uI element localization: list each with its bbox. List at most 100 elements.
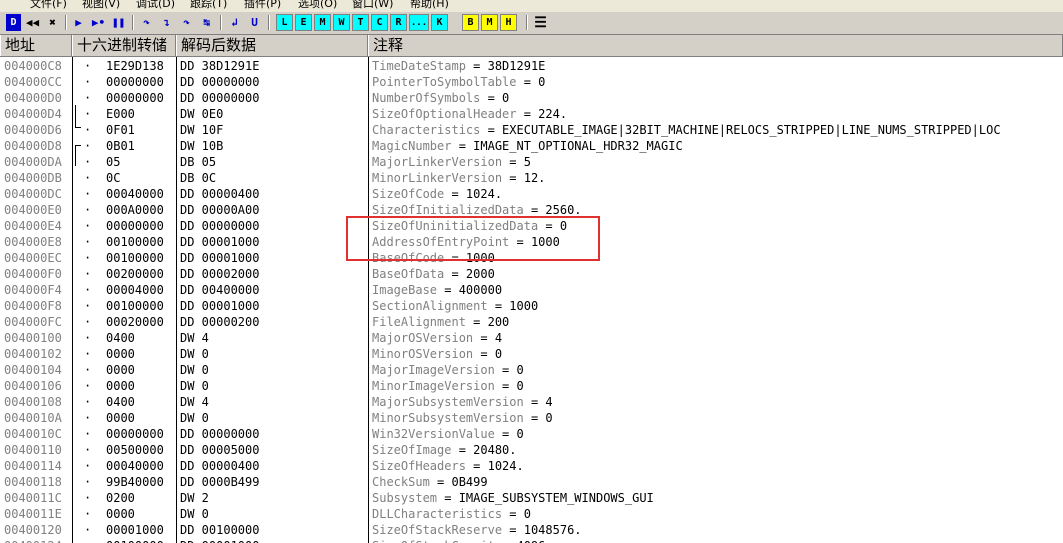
comment-field-value: = 5 [502, 155, 531, 169]
logo-icon[interactable]: D [6, 14, 21, 31]
row-marker: · [84, 59, 92, 73]
table-row[interactable]: 0040010C · 00000000 DD 00000000 Win32Version… [0, 426, 1063, 442]
window-button-m[interactable]: M [314, 14, 331, 31]
hex-cell: 00000000 [106, 75, 164, 89]
disasm-cell: DD 00000000 [180, 75, 260, 89]
disasm-cell: DD 00001000 [180, 251, 260, 265]
table-row[interactable]: 004000F0 · 00200000 DD 00002000 BaseOfData =… [0, 266, 1063, 282]
table-row[interactable]: 004000D0 · 00000000 DD 00000000 NumberOfSymb… [0, 90, 1063, 106]
step-run-icon[interactable]: ▶• [90, 14, 107, 31]
menu-item[interactable]: 插件(P) [244, 0, 281, 11]
hex-cell: 00000000 [106, 219, 164, 233]
hex-cell: 0C [106, 171, 121, 185]
address-cell: 00400106 [4, 379, 62, 393]
window-button-e[interactable]: E [295, 14, 312, 31]
address-cell: 00400108 [4, 395, 62, 409]
dump-grid[interactable]: 004000C8 · 1E29D138 DD 38D1291E TimeDateStam… [0, 57, 1063, 543]
address-cell: 004000DC [4, 187, 62, 201]
table-row[interactable]: 0040010A · 0000 DW 0 MinorSubsystemVersion =… [0, 410, 1063, 426]
table-row[interactable]: 0040011C · 0200 DW 2 Subsystem = IMAGE_SUBSY… [0, 490, 1063, 506]
table-row[interactable]: 00400104 · 0000 DW 0 MajorImageVersion = 0 [0, 362, 1063, 378]
comment-cell: MinorLinkerVersion = 12. [372, 170, 545, 186]
menu-item[interactable]: 文件(F) [30, 0, 67, 11]
table-row[interactable]: 00400100 · 0400 DW 4 MajorOSVersion = 4 [0, 330, 1063, 346]
hex-cell: 99B40000 [106, 475, 164, 489]
menu-item[interactable]: 窗口(W) [352, 0, 393, 11]
comment-field-value: = 0 [480, 91, 510, 105]
table-row[interactable]: 0040011E · 0000 DW 0 DLLCharacteristics = 0 [0, 506, 1063, 522]
menu-item[interactable]: 帮助(H) [410, 0, 449, 11]
step-over-icon[interactable]: ↴ [158, 14, 175, 31]
table-row[interactable]: 00400118 · 99B40000 DD 0000B499 CheckSum = 0… [0, 474, 1063, 490]
menu-item[interactable]: 视图(V) [82, 0, 120, 11]
comment-cell: Win32VersionValue = 0 [372, 426, 524, 442]
row-marker: · [84, 283, 92, 297]
window-button-h[interactable]: H [500, 14, 517, 31]
hex-cell: 00000000 [106, 427, 164, 441]
table-row[interactable]: 004000DA · 05 DB 05 MajorLinkerVersion = 5 [0, 154, 1063, 170]
disasm-cell: DD 00001000 [180, 235, 260, 249]
menu-item[interactable]: 跟踪(T) [190, 0, 227, 11]
comment-cell: MinorImageVersion = 0 [372, 378, 524, 394]
comment-field-name: SizeOfStackCommit [372, 539, 495, 543]
address-cell: 004000F8 [4, 299, 62, 313]
table-row[interactable]: 00400102 · 0000 DW 0 MinorOSVersion = 0 [0, 346, 1063, 362]
table-row[interactable]: 00400120 · 00001000 DD 00100000 SizeOfStackR… [0, 522, 1063, 538]
table-row[interactable]: 004000CC · 00000000 DD 00000000 PointerToSym… [0, 74, 1063, 90]
row-marker: · [84, 523, 92, 537]
address-cell: 004000E0 [4, 203, 62, 217]
step-into-icon[interactable]: ↷ [138, 14, 155, 31]
table-row[interactable]: 00400114 · 00040000 DD 00000400 SizeOfHeader… [0, 458, 1063, 474]
row-marker: · [84, 155, 92, 169]
comment-cell: MajorSubsystemVersion = 4 [372, 394, 553, 410]
window-button-l[interactable]: L [276, 14, 293, 31]
highlight-box [346, 216, 600, 261]
table-row[interactable]: 004000D8 · 0B01 DW 10B MagicNumber = IMAGE_N… [0, 138, 1063, 154]
window-button-w[interactable]: W [333, 14, 350, 31]
table-row[interactable]: 004000F4 · 00004000 DD 00400000 ImageBase = … [0, 282, 1063, 298]
table-row[interactable]: 004000F8 · 00100000 DD 00001000 SectionAlign… [0, 298, 1063, 314]
window-button-b[interactable]: B [462, 14, 479, 31]
pause-icon[interactable]: ❚❚ [110, 14, 127, 31]
comment-field-name: MinorOSVersion [372, 347, 474, 361]
run-icon[interactable]: ▶ [70, 14, 87, 31]
close-icon[interactable]: ✖ [44, 14, 61, 31]
toolbar: D ◀◀ ✖ ▶ ▶• ❚❚ ↷ ↴ ↷ ↹ ↲ U L E M W T C R... K B… [0, 12, 1063, 35]
column-address[interactable]: 地址 [0, 35, 72, 56]
comment-field-name: SizeOfInitializedData [372, 203, 524, 217]
table-row[interactable]: 004000D6 · 0F01 DW 10F Characteristics = EXE… [0, 122, 1063, 138]
disasm-cell: DB 05 [180, 155, 217, 169]
comment-field-name: Subsystem [372, 491, 438, 505]
rewind-icon[interactable]: ◀◀ [24, 14, 41, 31]
window-button-t[interactable]: T [352, 14, 369, 31]
table-row[interactable]: 00400124 · 00100000 DD 00001000 SizeOfStackC… [0, 538, 1063, 543]
list-icon[interactable]: ☰ [532, 14, 549, 31]
column-comment[interactable]: 注释 [368, 35, 1063, 56]
table-row[interactable]: 00400106 · 0000 DW 0 MinorImageVersion = 0 [0, 378, 1063, 394]
trace-into-icon[interactable]: ↷ [178, 14, 195, 31]
comment-field-value: = 224. [516, 107, 568, 121]
comment-field-value: = IMAGE_SUBSYSTEM_WINDOWS_GUI [437, 491, 654, 505]
window-button-k[interactable]: K [431, 14, 448, 31]
execute-till-return-icon[interactable]: ↲ [226, 14, 243, 31]
table-row[interactable]: 004000DB · 0C DB 0C MinorLinkerVersion = 12. [0, 170, 1063, 186]
table-row[interactable]: 004000C8 · 1E29D138 DD 38D1291E TimeDateStam… [0, 58, 1063, 74]
window-button-r[interactable]: R [390, 14, 407, 31]
trace-over-icon[interactable]: ↹ [198, 14, 215, 31]
table-row[interactable]: 004000D4 · E000 DW 0E0 SizeOfOptionalHeader … [0, 106, 1063, 122]
column-hex[interactable]: 十六进制转储 [72, 35, 176, 56]
table-row[interactable]: 00400110 · 00500000 DD 00005000 SizeOfImage … [0, 442, 1063, 458]
comment-cell: SizeOfImage = 20480. [372, 442, 517, 458]
comment-field-name: CheckSum [372, 475, 430, 489]
table-row[interactable]: 004000FC · 00020000 DD 00000200 FileAlignmen… [0, 314, 1063, 330]
table-row[interactable]: 00400108 · 0400 DW 4 MajorSubsystemVersion =… [0, 394, 1063, 410]
table-row[interactable]: 004000DC · 00040000 DD 00000400 SizeOfCode =… [0, 186, 1063, 202]
disasm-cell: DD 00000A00 [180, 203, 260, 217]
menu-item[interactable]: 调试(D) [136, 0, 175, 11]
column-disasm[interactable]: 解码后数据 [176, 35, 368, 56]
execute-till-user-icon[interactable]: U [246, 14, 263, 31]
window-button-c[interactable]: C [371, 14, 388, 31]
window-button-more[interactable]: ... [409, 14, 429, 31]
menu-item[interactable]: 选项(O) [298, 0, 337, 11]
window-button-m[interactable]: M [481, 14, 498, 31]
